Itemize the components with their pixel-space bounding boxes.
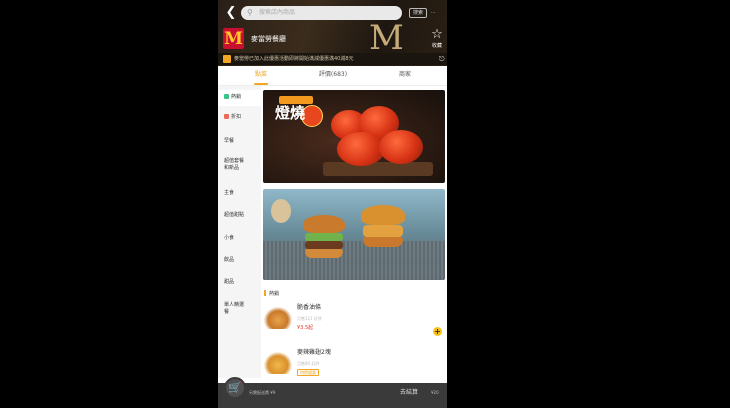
tab-indicator — [254, 83, 268, 85]
delivery-fee-text: 另需配送費 ¥9 — [249, 390, 276, 395]
chicken-piece — [379, 130, 423, 164]
promo-notice-text: 麥當勞已加入此優惠活動即將開始滿減優惠滿40減8元 — [234, 56, 354, 62]
item-price: ¥3.5起 — [297, 325, 314, 331]
sidebar-item-hot[interactable]: 熱銷 — [218, 90, 261, 106]
banner-flag — [279, 96, 313, 104]
search-icon: ⚲ — [247, 8, 253, 17]
header-brand-graphic: M — [369, 18, 404, 58]
section-marker — [264, 290, 266, 296]
cart-bar: 🛒 另需配送費 ¥9 去結算 ¥20 — [218, 377, 447, 408]
discount-icon — [224, 114, 229, 119]
star-icon: ☆ — [431, 27, 443, 42]
tab-order[interactable]: 點菜 — [236, 69, 286, 81]
burger-lettuce — [305, 233, 343, 241]
item-thumbnail — [264, 352, 292, 374]
mascot-figure — [271, 199, 291, 223]
sidebar-item-sweets[interactable]: 甜品 — [218, 279, 261, 286]
sidebar-item-drinks[interactable]: 飲品 — [218, 257, 261, 264]
checkout-button[interactable]: 去結算 — [400, 388, 418, 397]
store-header: ❮ ⚲ 搜索店內商品 搜索 ··· M 麥當勞餐廳 M ☆ 收藏 麥當勞已加入此… — [218, 0, 447, 66]
item-meta: 月售121 好評 — [297, 316, 322, 321]
list-item[interactable]: 脆香油條 月售121 好評 ¥3.5起 + — [263, 303, 445, 347]
more-menu-icon[interactable]: ··· — [431, 8, 436, 18]
sidebar-item-label: 超值套餐 — [224, 158, 245, 164]
sidebar-item-label: 主食 — [224, 190, 235, 196]
chicken-piece — [337, 132, 385, 166]
promo-banner-burgers[interactable] — [263, 189, 445, 280]
checkout-extra: ¥20 — [431, 390, 439, 395]
banner-title: 燈燒 — [275, 104, 306, 122]
sidebar-item-snacks[interactable]: 小食 — [218, 235, 261, 242]
tab-reviews[interactable]: 評價(683) — [308, 69, 358, 81]
burger-top-bun — [303, 215, 345, 233]
sidebar-item-breakfast[interactable]: 早餐 — [218, 138, 261, 145]
cursor-icon: ⎋ — [439, 55, 445, 63]
item-promo-tag: 特價優惠 — [297, 369, 319, 376]
sidebar-item-single-meals[interactable]: 單人精選餐 — [218, 302, 261, 316]
sidebar-item-label: 折扣 — [231, 114, 242, 120]
search-button[interactable]: 搜索 — [409, 8, 427, 18]
table-mat — [263, 241, 445, 280]
burger-chicken — [363, 225, 403, 237]
sidebar-item-value-meals[interactable]: 超值套餐 和新品 — [218, 158, 261, 172]
favorite-label: 收藏 — [431, 43, 442, 49]
sidebar-item-desserts-value[interactable]: 超值甜點 — [218, 212, 261, 219]
sidebar-item-label: 飲品 — [224, 257, 235, 263]
favorite-button[interactable]: ☆ 收藏 — [430, 28, 444, 50]
sidebar-item-label: 甜品 — [224, 279, 235, 285]
promo-banner-chicken[interactable]: 燈燒 — [263, 90, 445, 183]
sidebar-item-label-line2: 餐 — [224, 309, 230, 315]
burger-top-bun — [361, 205, 405, 225]
cart-icon[interactable]: 🛒 — [224, 377, 246, 399]
fire-icon — [224, 94, 229, 99]
burger-bottom-bun — [363, 237, 403, 247]
item-meta: 月售80 好評 — [297, 361, 320, 366]
app-screen: ❮ ⚲ 搜索店內商品 搜索 ··· M 麥當勞餐廳 M ☆ 收藏 麥當勞已加入此… — [218, 0, 447, 408]
category-sidebar: 熱銷 折扣 早餐 超值套餐 和新品 主食 超值甜點 小食 飲品 甜品 單人精選餐 — [218, 86, 261, 378]
mcdonalds-logo: M — [223, 28, 244, 49]
store-tabs: 點菜 評價(683) 商家 — [218, 66, 447, 86]
sidebar-item-label: 熱銷 — [231, 94, 242, 100]
wooden-board — [323, 162, 433, 176]
burger-bottom-bun — [305, 249, 343, 258]
add-to-cart-button[interactable]: + — [433, 327, 442, 336]
tab-merchant[interactable]: 商家 — [380, 69, 430, 81]
item-name: 麥辣雞翅2塊 — [297, 349, 331, 356]
chevron-left-icon: ❮ — [225, 5, 237, 20]
search-placeholder: 搜索店內商品 — [259, 9, 296, 16]
burger-patty — [305, 241, 343, 249]
sidebar-item-label-line2: 和新品 — [224, 165, 240, 171]
promo-notice-bar[interactable]: 麥當勞已加入此優惠活動即將開始滿減優惠滿40減8元 ⎋ — [218, 53, 447, 65]
back-button[interactable]: ❮ — [224, 5, 238, 21]
sidebar-item-label: 單人精選 — [224, 302, 245, 308]
store-name: 麥當勞餐廳 — [251, 35, 286, 43]
sidebar-item-label: 超值甜點 — [224, 212, 245, 218]
sidebar-item-discount[interactable]: 折扣 — [218, 114, 261, 121]
section-title-text: 熱銷 — [269, 291, 280, 297]
sidebar-item-mains[interactable]: 主食 — [218, 190, 261, 197]
sidebar-item-label: 早餐 — [224, 138, 235, 144]
item-name: 脆香油條 — [297, 304, 322, 311]
plus-icon: + — [434, 327, 441, 336]
section-title: 熱銷 — [264, 290, 279, 298]
item-thumbnail — [264, 307, 292, 329]
promo-badge-icon — [223, 55, 231, 63]
sidebar-item-label: 小食 — [224, 235, 235, 241]
